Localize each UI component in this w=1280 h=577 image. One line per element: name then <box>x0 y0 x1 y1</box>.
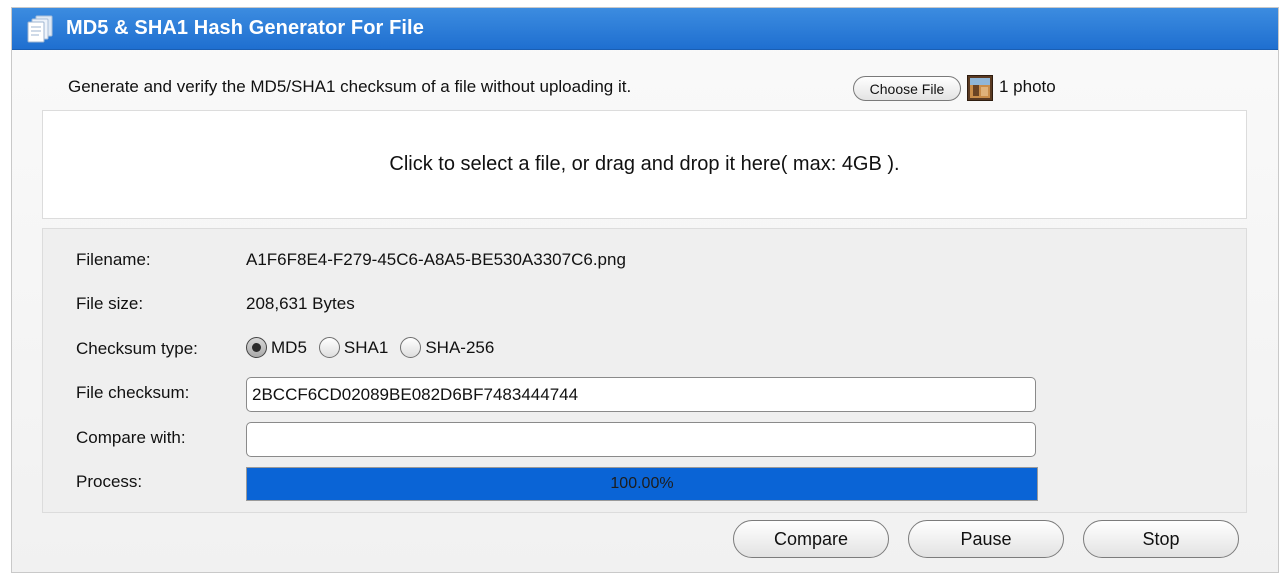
radio-option-sha256[interactable]: SHA-256 <box>400 337 494 358</box>
progress-text: 100.00% <box>610 475 674 492</box>
filename-label: Filename: <box>76 250 151 269</box>
radio-option-sha1[interactable]: SHA1 <box>318 337 389 358</box>
file-drop-zone[interactable]: Click to select a file, or drag and drop… <box>42 110 1247 219</box>
drop-zone-text: Click to select a file, or drag and drop… <box>389 153 900 175</box>
selected-files-label: 1 photo <box>999 77 1056 96</box>
radio-md5-label: MD5 <box>271 337 307 357</box>
radio-sha1[interactable] <box>318 337 340 358</box>
file-details-section: Filename: A1F6F8E4-F279-45C6-A8A5-BE530A… <box>42 228 1247 513</box>
filename-value: A1F6F8E4-F279-45C6-A8A5-BE530A3307C6.png <box>246 250 626 269</box>
choose-file-button[interactable]: Choose File <box>853 76 961 101</box>
compare-button[interactable]: Compare <box>733 520 889 558</box>
radio-md5[interactable] <box>246 337 267 358</box>
pause-button[interactable]: Pause <box>908 520 1064 558</box>
radio-sha256[interactable] <box>400 337 422 358</box>
checksum-type-label: Checksum type: <box>76 339 198 358</box>
hash-generator-panel: MD5 & SHA1 Hash Generator For File Gener… <box>11 7 1279 573</box>
photo-thumbnail-icon <box>967 75 993 101</box>
compare-with-field[interactable] <box>246 422 1036 457</box>
title-bar: MD5 & SHA1 Hash Generator For File <box>12 8 1278 50</box>
filesize-label: File size: <box>76 294 144 313</box>
description-text: Generate and verify the MD5/SHA1 checksu… <box>68 77 632 96</box>
filesize-value: 208,631 Bytes <box>246 294 355 313</box>
compare-with-label: Compare with: <box>76 428 186 447</box>
file-checksum-label: File checksum: <box>76 383 190 402</box>
page-title: MD5 & SHA1 Hash Generator For File <box>66 17 424 39</box>
radio-sha256-label: SHA-256 <box>425 337 495 357</box>
radio-option-md5[interactable]: MD5 <box>246 337 307 358</box>
process-label: Process: <box>76 472 143 491</box>
radio-sha1-label: SHA1 <box>343 337 389 357</box>
progress-bar: 100.00% <box>246 467 1038 501</box>
document-stack-icon <box>27 14 55 44</box>
file-checksum-field[interactable] <box>246 377 1036 412</box>
stop-button[interactable]: Stop <box>1083 520 1239 558</box>
checksum-type-radio-group: MD5 SHA1 SHA-256 <box>246 337 506 358</box>
